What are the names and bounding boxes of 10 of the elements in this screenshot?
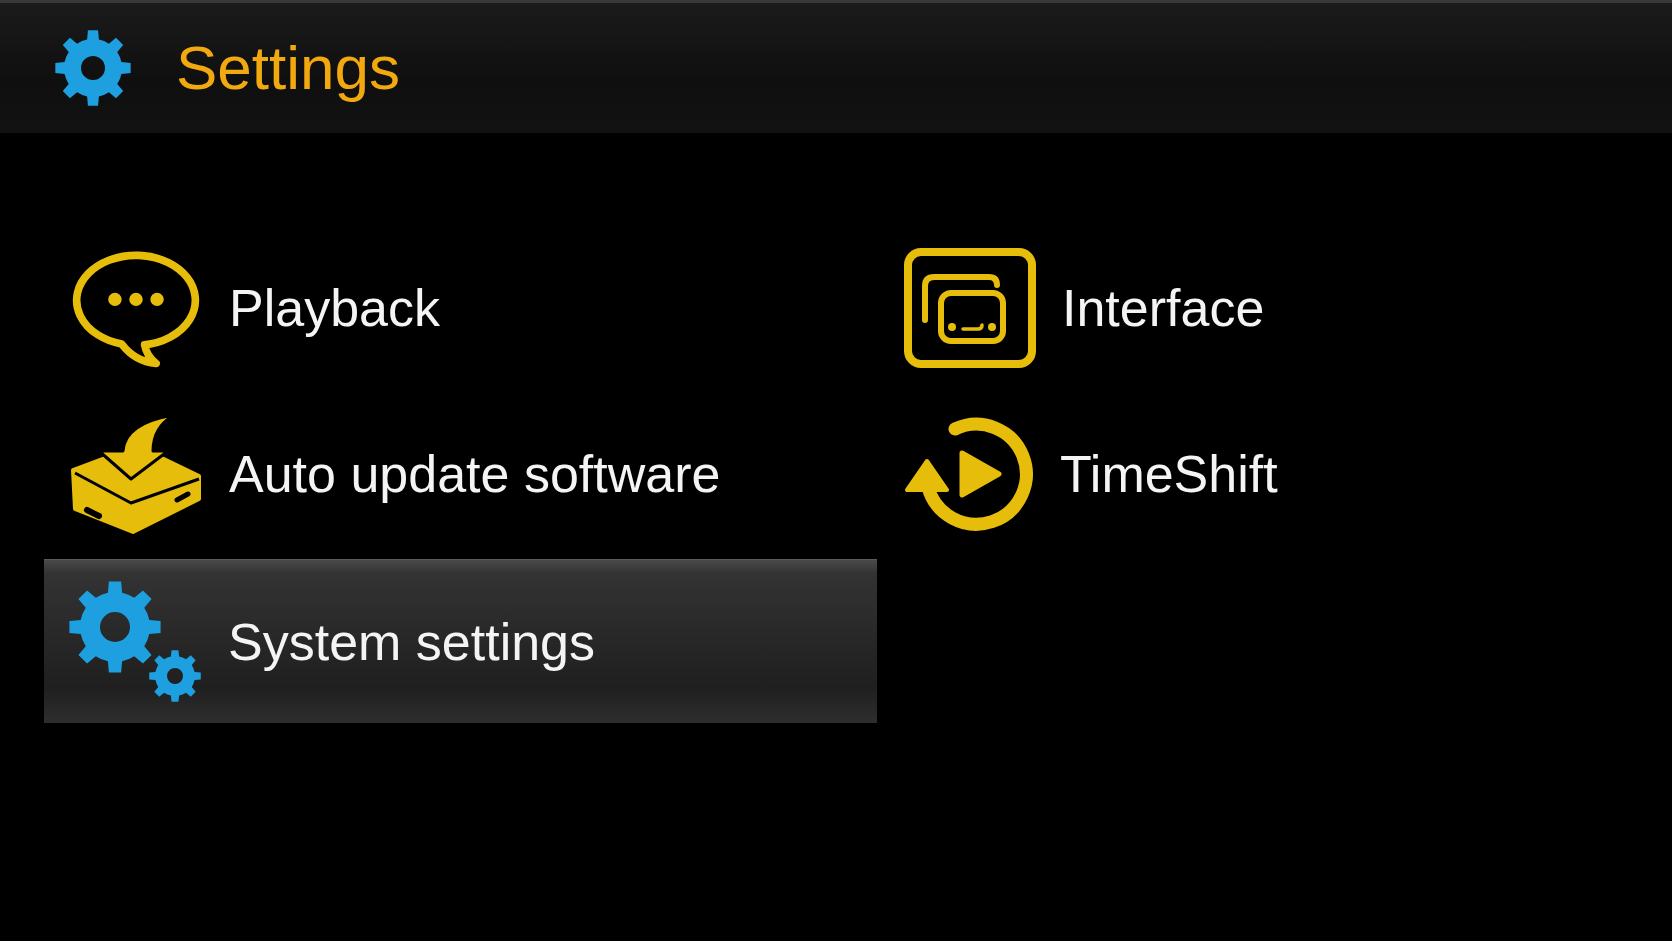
page-title: Settings (176, 33, 401, 103)
stacked-windows-icon (904, 248, 1036, 368)
settings-icon (55, 30, 131, 106)
menu-item[interactable]: Auto update software (44, 391, 877, 557)
menu-item[interactable]: Interface (879, 225, 1672, 391)
menu-item[interactable]: Playback (44, 225, 877, 391)
replay-play-icon (904, 417, 1034, 531)
menu-item[interactable]: TimeShift (879, 391, 1672, 557)
gears-icon (69, 580, 202, 703)
menu-item[interactable]: System settings (44, 559, 877, 723)
